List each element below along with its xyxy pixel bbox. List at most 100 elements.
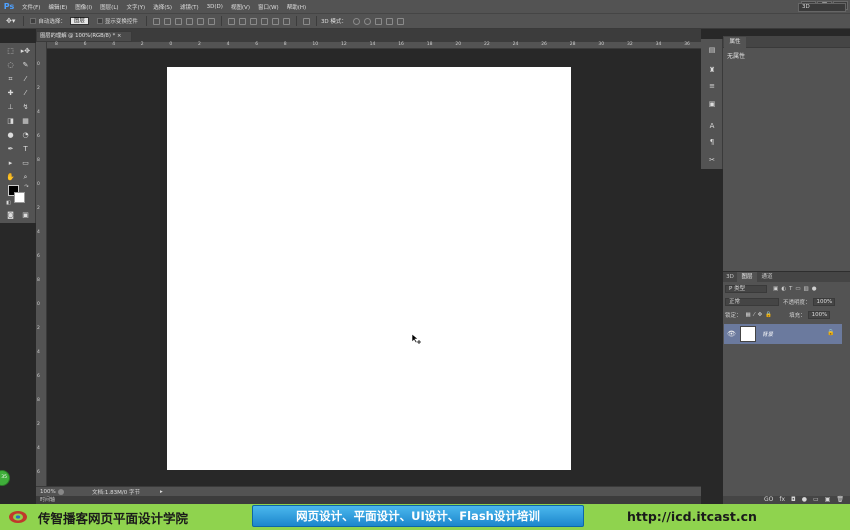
visibility-eye-icon[interactable]: 👁 [727,330,736,338]
clone-stamp-icon[interactable]: ⊥ [5,102,16,112]
quick-select-icon[interactable]: ✎ [20,60,31,70]
swap-colors-icon[interactable]: ↷ [21,182,32,192]
actions-panel-icon[interactable]: ♜ [706,65,718,75]
dodge-tool-icon[interactable]: ◔ [20,130,31,140]
history-brush-icon[interactable]: ↯ [20,102,31,112]
align-top-icon[interactable] [152,17,160,25]
lasso-tool-icon[interactable]: ◌ [5,60,16,70]
align-left-icon[interactable] [185,17,193,25]
document-canvas[interactable] [167,67,571,470]
move-tool-icon[interactable]: ✥▾ [6,17,15,25]
history-panel-icon[interactable]: ▤ [706,45,718,55]
background-color-swatch[interactable] [14,192,25,203]
type-tool-icon[interactable]: T [20,144,31,154]
distribute-vcenter-icon[interactable] [238,17,246,25]
screen-mode-icon[interactable]: ▣ [20,210,31,220]
layer-name[interactable]: 背景 [762,330,773,338]
ruler-horizontal[interactable]: 8 6 4 2 0 2 4 6 8 10 12 14 16 18 20 22 24 26 28 30 32 34 36 [47,42,701,49]
tab-layers[interactable]: 图层 [737,272,757,282]
ruler-tick-label: 2 [198,42,201,47]
ruler-tick-label: 2 [37,326,40,331]
workspace-select[interactable]: 3D [798,3,846,12]
distribute-left-icon[interactable] [260,17,268,25]
zoom-level[interactable]: 100% [36,489,58,495]
paragraph-panel-icon[interactable]: ¶ [706,137,718,147]
roll-3d-icon[interactable] [363,17,371,25]
menu-filter[interactable]: 滤镜(T) [176,3,203,11]
new-layer-icon[interactable]: ▣ [825,496,831,504]
status-menu-arrow-icon[interactable]: ▸ [160,489,163,495]
menu-file[interactable]: 文件(F) [18,3,44,11]
quick-mask-icon[interactable]: ◙ [5,210,16,220]
blur-tool-icon[interactable]: ● [5,130,16,140]
document-tab[interactable]: 图层的理解 @ 100%(RGB/8) * × [36,31,132,42]
path-select-icon[interactable]: ▸ [5,158,16,168]
adjustment-layer-icon[interactable]: ● [802,496,807,504]
drag-3d-icon[interactable] [374,17,382,25]
fill-input[interactable]: 100% [807,311,830,319]
lock-icons[interactable]: ▦⁄✥🔒 [746,312,776,318]
delete-layer-icon[interactable]: 🗑 [836,496,844,504]
ruler-vertical[interactable]: 0 2 4 6 8 0 2 4 6 8 0 2 4 6 8 2 4 6 [36,42,47,486]
gradient-tool-icon[interactable]: ▦ [20,116,31,126]
menu-select[interactable]: 选择(S) [149,3,176,11]
default-colors-icon[interactable]: ◧ [3,198,14,208]
link-layers-icon[interactable]: GO [764,496,773,504]
layer-filter-select[interactable]: P 类型 [725,285,767,293]
swatches-panel-icon[interactable]: ▣ [706,99,718,109]
menu-window[interactable]: 窗口(W) [254,3,283,11]
distribute-hcenter-icon[interactable] [271,17,279,25]
menu-edit[interactable]: 编辑(E) [44,3,71,11]
align-right-icon[interactable] [207,17,215,25]
ruler-tick-label: 6 [37,470,40,475]
menu-type[interactable]: 文字(Y) [123,3,150,11]
show-transform-checkbox[interactable] [96,18,103,24]
move-tool-icon[interactable]: ▸✥ [20,46,31,56]
move-cursor-icon [411,333,421,344]
menu-view[interactable]: 视图(V) [227,3,254,11]
opacity-input[interactable]: 100% [812,298,835,306]
layer-mask-icon[interactable]: ◘ [791,496,796,504]
menu-layer[interactable]: 图层(L) [96,3,122,11]
marquee-tool-icon[interactable]: ⬚ [5,46,16,56]
tab-channels[interactable]: 通道 [758,272,776,282]
blend-mode-select[interactable]: 正常 [725,298,779,306]
app-logo[interactable]: Ps [0,0,18,13]
character-panel-icon[interactable]: A [706,121,718,131]
menu-image[interactable]: 图像(I) [71,3,96,11]
menu-help[interactable]: 帮助(H) [283,3,310,11]
distribute-bottom-icon[interactable] [249,17,257,25]
align-vcenter-icon[interactable] [163,17,171,25]
eyedropper-icon[interactable]: ⁄ [20,74,31,84]
shape-tool-icon[interactable]: ▭ [20,158,31,168]
tool-presets-icon[interactable]: ✂ [706,155,718,165]
distribute-right-icon[interactable] [282,17,290,25]
tab-properties[interactable]: 属性 [724,37,746,48]
auto-select-dropdown[interactable]: 图层 [69,17,89,25]
layer-style-icon[interactable]: fx [779,496,785,504]
rotate-3d-icon[interactable] [352,17,360,25]
healing-brush-icon[interactable]: ✚ [5,88,16,98]
close-tab-icon[interactable]: × [117,33,121,39]
new-group-icon[interactable]: ▭ [813,496,819,504]
auto-select-checkbox[interactable] [30,18,37,24]
filter-icons[interactable]: ▣◐T▭▥● [773,286,820,292]
distribute-top-icon[interactable] [227,17,235,25]
tab-3d[interactable]: 3D [724,272,736,282]
scale-3d-icon[interactable] [396,17,404,25]
timeline-panel[interactable]: 时间轴 [36,496,701,504]
zoom-tool-icon[interactable]: ⌕ [20,172,31,182]
ruler-tick-label: 0 [37,182,40,187]
crop-tool-icon[interactable]: ⌗ [5,74,16,84]
slide-3d-icon[interactable] [385,17,393,25]
pen-tool-icon[interactable]: ✒ [5,144,16,154]
align-bottom-icon[interactable] [174,17,182,25]
align-hcenter-icon[interactable] [196,17,204,25]
hand-tool-icon[interactable]: ✋ [5,172,16,182]
adjustments-panel-icon[interactable]: ≡ [706,81,718,91]
menu-3d[interactable]: 3D(D) [203,4,227,10]
eraser-tool-icon[interactable]: ◨ [5,116,16,126]
ruler-tick-label: 4 [37,350,40,355]
auto-align-icon[interactable] [302,17,310,25]
brush-tool-icon[interactable]: ⁄ [20,88,31,98]
